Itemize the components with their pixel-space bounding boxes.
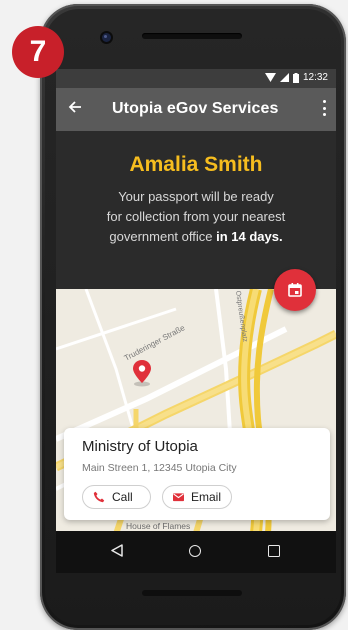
- office-name: Ministry of Utopia: [82, 438, 198, 455]
- bottom-speaker: [142, 590, 242, 596]
- office-address: Main Streen 1, 12345 Utopia City: [82, 462, 237, 474]
- nav-home-icon[interactable]: [189, 545, 201, 557]
- app-bar: Utopia eGov Services: [56, 88, 336, 131]
- email-button[interactable]: Email: [162, 485, 232, 509]
- message-line-1: Your passport will be ready: [118, 189, 274, 204]
- wifi-icon: [264, 73, 276, 82]
- calendar-icon: [288, 283, 302, 297]
- app-title: Utopia eGov Services: [112, 100, 279, 117]
- nav-back-icon[interactable]: [111, 544, 123, 557]
- office-card: Ministry of Utopia Main Streen 1, 12345 …: [64, 428, 330, 520]
- more-menu-button[interactable]: [322, 100, 326, 116]
- citizen-name: Amalia Smith: [129, 153, 263, 176]
- phone-screen: 12:32 Utopia eGov Services Amalia Smith …: [56, 69, 336, 573]
- arrow-left-icon: [68, 101, 81, 113]
- status-icons: 12:32: [264, 72, 328, 83]
- earpiece-speaker: [142, 33, 242, 39]
- email-label: Email: [190, 490, 221, 504]
- back-button[interactable]: [68, 99, 82, 117]
- message-days: in 14 days.: [216, 229, 283, 244]
- signal-icon: [279, 73, 289, 82]
- message-line-2: for collection from your nearest: [106, 209, 286, 224]
- phone-icon: [93, 491, 105, 503]
- message-line-3: government office: [109, 229, 217, 244]
- map-place-label: House of Flames: [126, 521, 191, 531]
- call-label: Call: [112, 490, 133, 504]
- collection-message: Your passport will be ready for collecti…: [76, 187, 316, 247]
- android-nav-bar: [56, 531, 336, 573]
- message-panel: Amalia Smith Your passport will be ready…: [56, 131, 336, 289]
- status-bar: 12:32: [56, 69, 336, 88]
- mail-icon: [173, 493, 184, 502]
- nav-recents-icon[interactable]: [268, 545, 280, 557]
- stage: 12:32 Utopia eGov Services Amalia Smith …: [0, 0, 348, 630]
- step-number-badge: 7: [12, 26, 64, 78]
- map-pin-icon[interactable]: [132, 359, 152, 387]
- call-button[interactable]: Call: [82, 485, 151, 509]
- status-time: 12:32: [302, 72, 328, 83]
- more-vert-icon: [322, 100, 326, 103]
- battery-icon: [292, 72, 299, 83]
- front-camera-icon: [102, 33, 111, 42]
- add-to-calendar-button[interactable]: [274, 269, 316, 311]
